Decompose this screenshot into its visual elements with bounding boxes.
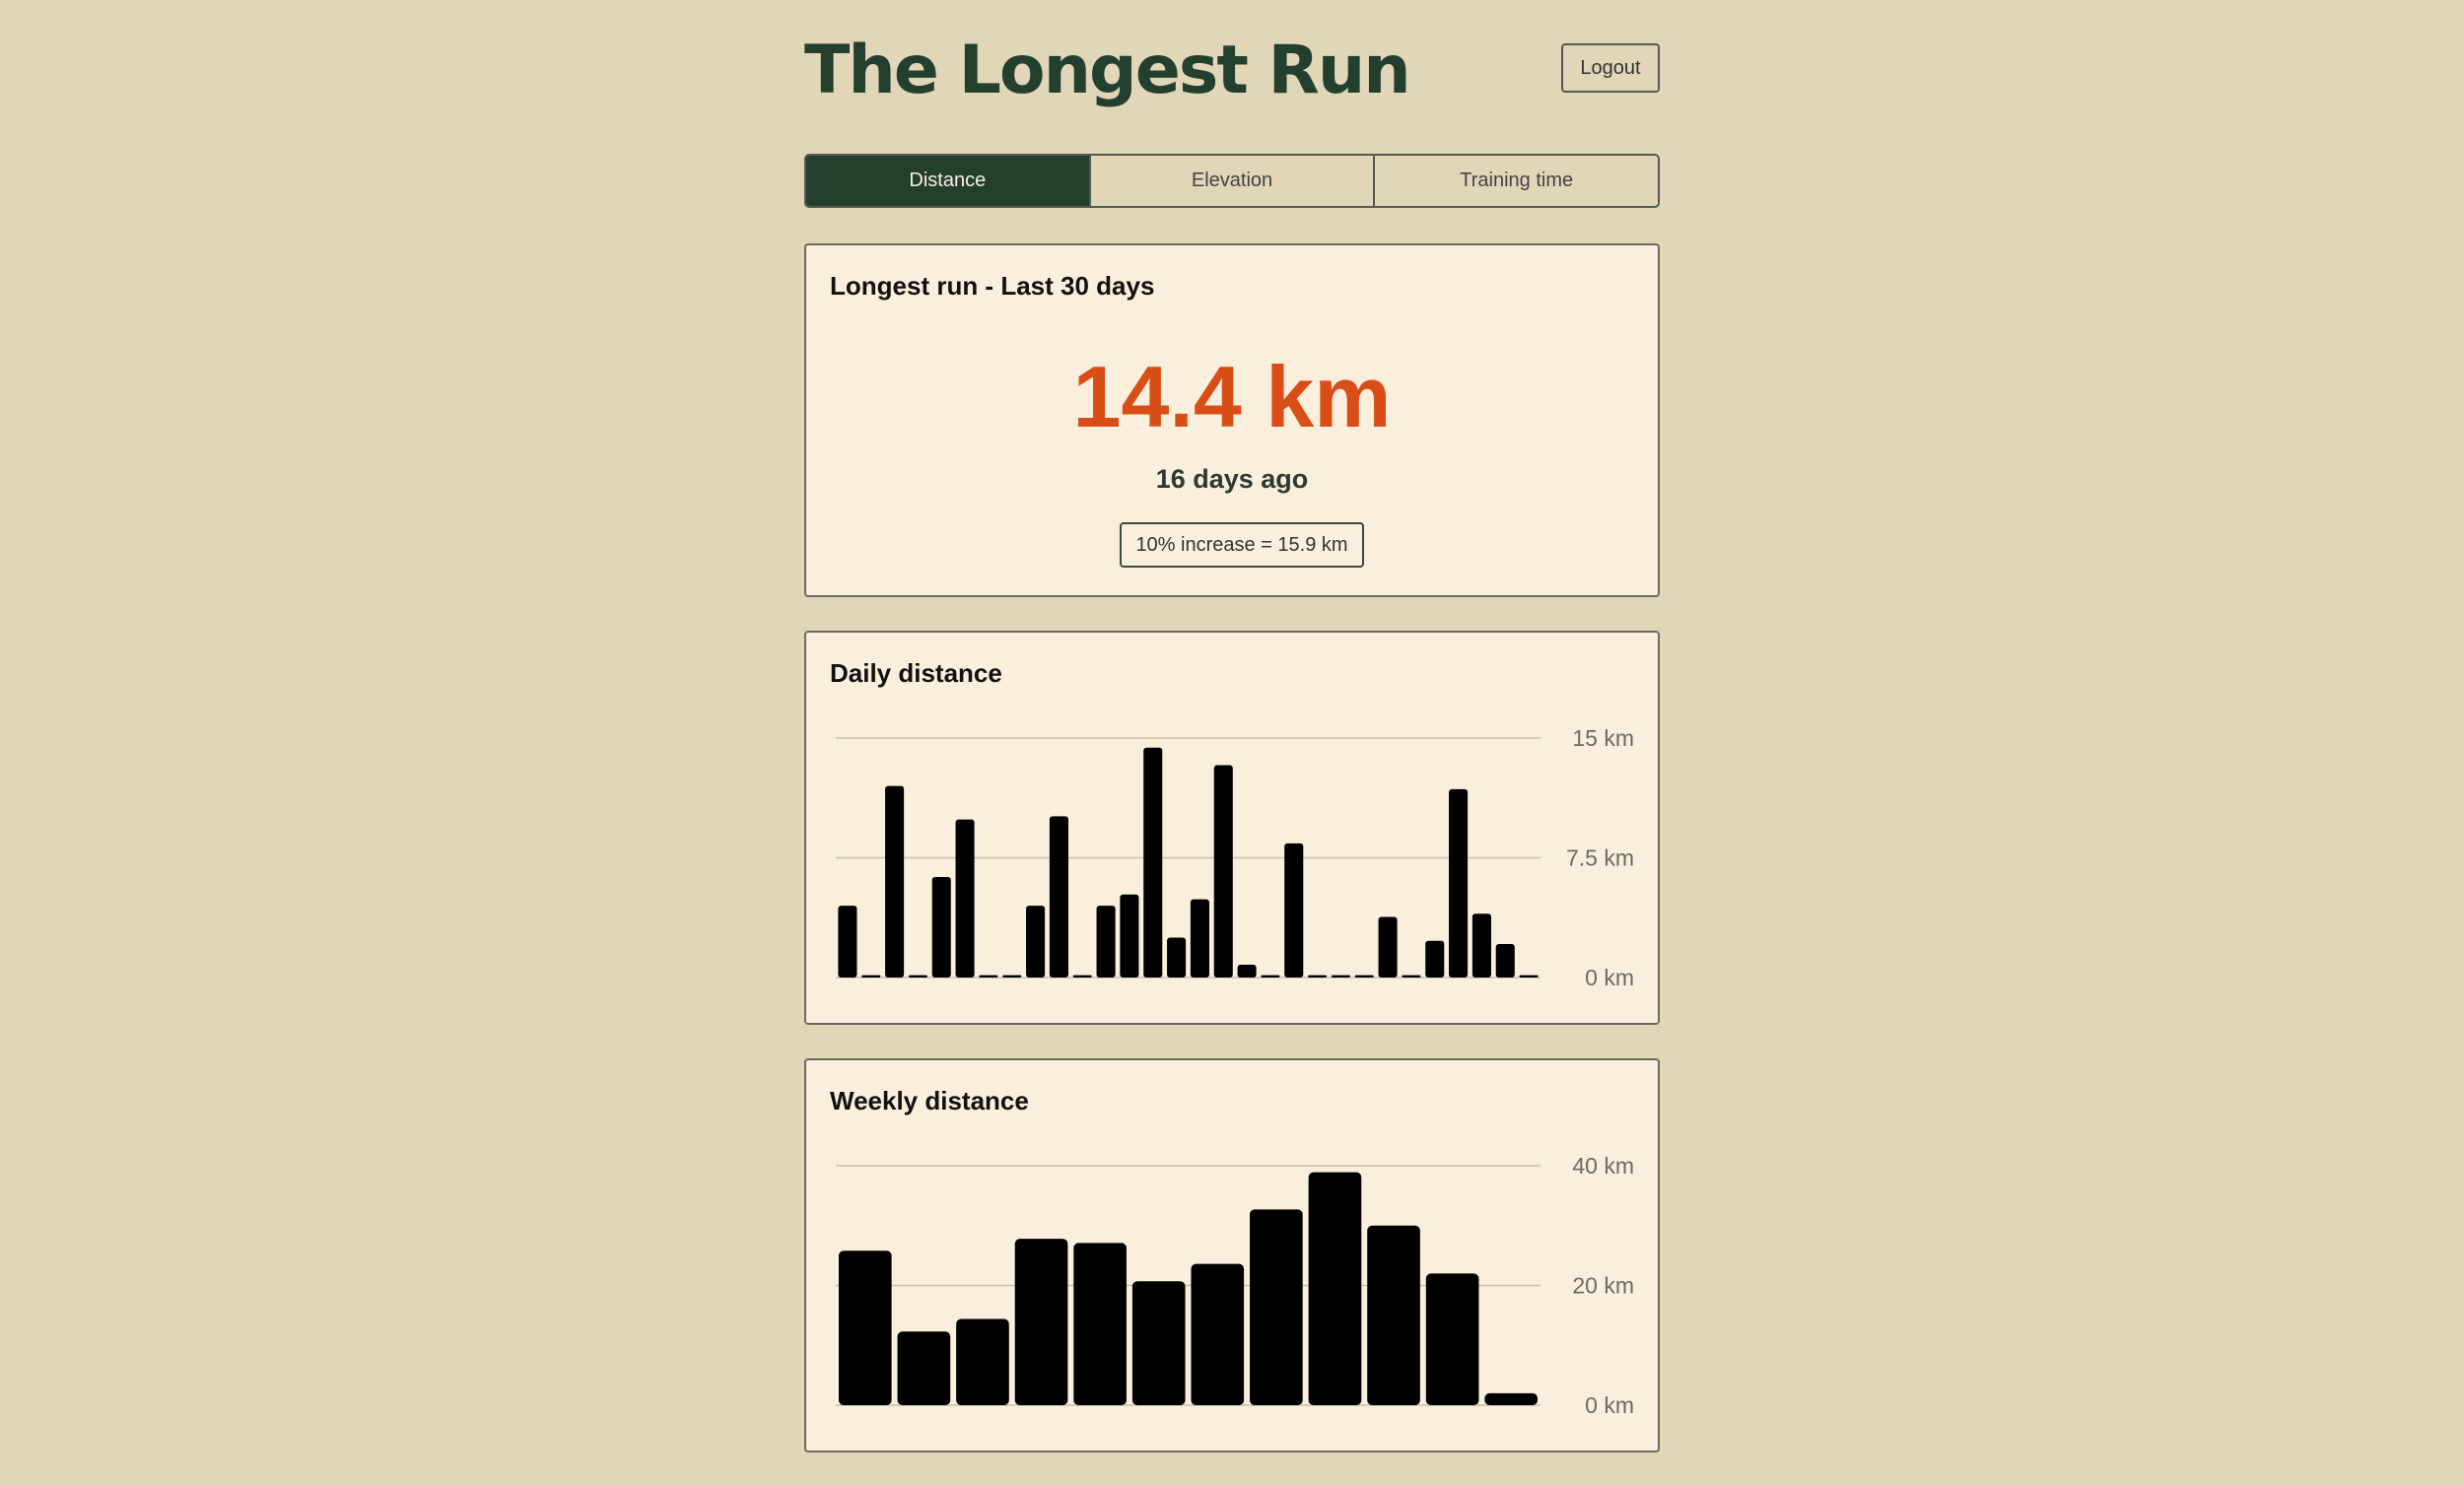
tab-elevation[interactable]: Elevation <box>1088 156 1374 206</box>
header: The Longest Run Logout <box>804 30 1660 118</box>
chart-bar <box>1308 1172 1362 1405</box>
chart-bar <box>838 1250 892 1405</box>
longest-run-title: Longest run - Last 30 days <box>830 271 1155 301</box>
weekly-distance-chart: 0 km 20 km 40 km <box>836 1153 1634 1418</box>
chart-bar <box>979 975 998 978</box>
chart-bar <box>1308 975 1328 978</box>
daily-distance-card: Daily distance 0 km 7.5 km 15 km <box>804 631 1660 1025</box>
chart-bar <box>1191 1263 1245 1405</box>
chart-bar <box>1261 975 1280 978</box>
y-tick-label: 15 km <box>1572 725 1634 751</box>
y-tick-label: 7.5 km <box>1566 845 1634 871</box>
longest-run-card: Longest run - Last 30 days 14.4 km 16 da… <box>804 243 1660 597</box>
chart-bar <box>861 975 881 978</box>
chart-bar <box>1402 975 1421 978</box>
chart-bar <box>1284 843 1304 978</box>
chart-bar <box>1073 1243 1127 1405</box>
increase-badge: 10% increase = 15.9 km <box>1120 522 1364 568</box>
tab-training-time[interactable]: Training time <box>1373 156 1658 206</box>
chart-bar <box>897 1331 951 1405</box>
chart-bar <box>1495 943 1515 978</box>
chart-bar <box>931 876 951 978</box>
chart-bar <box>1026 906 1046 978</box>
chart-bar <box>1072 975 1092 978</box>
y-tick-label: 20 km <box>1572 1273 1634 1299</box>
chart-bar <box>1449 788 1469 978</box>
chart-bar <box>1519 975 1539 978</box>
chart-bar <box>1014 1239 1068 1405</box>
longest-run-ago: 16 days ago <box>1155 464 1309 494</box>
chart-bar <box>1237 965 1257 978</box>
chart-bar <box>1213 765 1233 978</box>
chart-bar <box>1331 975 1350 978</box>
chart-bar <box>1096 906 1116 978</box>
tab-distance[interactable]: Distance <box>806 156 1089 206</box>
y-tick-label: 0 km <box>1585 1392 1634 1418</box>
chart-bar <box>1484 1392 1539 1405</box>
app-title: The Longest Run <box>804 32 1411 109</box>
chart-bar <box>1378 916 1398 978</box>
chart-bar <box>1131 1281 1186 1405</box>
chart-bar <box>1425 940 1445 978</box>
metric-tabs: Distance Elevation Training time <box>804 154 1660 208</box>
chart-bar <box>1367 1225 1420 1405</box>
chart-bar <box>956 1318 1009 1405</box>
logout-button[interactable]: Logout <box>1561 43 1660 93</box>
chart-bar <box>1120 894 1139 978</box>
longest-run-value: 14.4 km <box>1072 348 1392 445</box>
chart-bar <box>1002 975 1022 978</box>
chart-bar <box>1167 937 1187 978</box>
chart-bar <box>908 975 927 978</box>
daily-distance-chart: 0 km 7.5 km 15 km <box>836 725 1634 990</box>
y-tick-label: 40 km <box>1572 1153 1634 1179</box>
y-tick-label: 0 km <box>1585 965 1634 990</box>
chart-bar <box>955 819 975 978</box>
chart-bar <box>1425 1273 1479 1405</box>
chart-bar <box>1250 1209 1303 1405</box>
chart-bar <box>885 785 905 978</box>
weekly-distance-card: Weekly distance 0 km 20 km 40 km <box>804 1058 1660 1452</box>
chart-bar <box>1354 975 1374 978</box>
chart-bar <box>838 906 857 978</box>
chart-bar <box>1143 747 1163 978</box>
chart-bar <box>1049 816 1068 978</box>
chart-bar <box>1190 899 1209 978</box>
chart-bar <box>1472 913 1491 978</box>
